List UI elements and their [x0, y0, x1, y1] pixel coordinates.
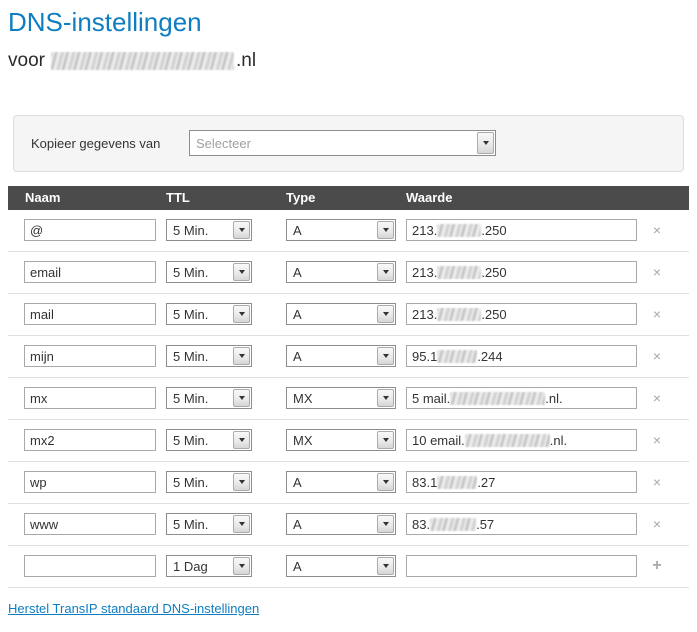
redacted-value — [437, 223, 482, 237]
delete-row-icon[interactable]: × — [645, 474, 669, 490]
delete-row-icon[interactable]: × — [645, 390, 669, 406]
naam-input[interactable] — [24, 429, 156, 452]
ttl-select[interactable]: 5 Min. — [166, 387, 252, 410]
delete-row-icon[interactable]: × — [645, 516, 669, 532]
copy-from-select[interactable]: Selecteer — [189, 130, 496, 157]
redacted-value — [464, 433, 550, 447]
chevron-down-icon — [377, 221, 394, 240]
chevron-down-icon — [377, 389, 394, 408]
chevron-down-icon — [233, 515, 250, 534]
dns-record-row-new: 1 Dag A + — [8, 545, 689, 588]
page-title: DNS-instellingen — [8, 7, 202, 37]
naam-input[interactable] — [24, 219, 156, 242]
chevron-down-icon — [233, 473, 250, 492]
chevron-down-icon — [377, 515, 394, 534]
redacted-value — [437, 265, 482, 279]
naam-input[interactable] — [24, 513, 156, 536]
dns-record-row: 5 Min. A 95.1 .244 × — [8, 335, 689, 378]
chevron-down-icon — [377, 305, 394, 324]
chevron-down-icon — [377, 431, 394, 450]
type-select[interactable]: A — [286, 261, 396, 284]
delete-row-icon[interactable]: × — [645, 264, 669, 280]
dns-records-table: Naam TTL Type Waarde 5 Min. A 213. .250 … — [8, 185, 689, 588]
ttl-select[interactable]: 1 Dag — [166, 555, 252, 578]
chevron-down-icon — [477, 132, 494, 155]
chevron-down-icon — [377, 557, 394, 576]
ttl-select[interactable]: 5 Min. — [166, 429, 252, 452]
column-header-naam: Naam — [25, 190, 61, 206]
redacted-value — [437, 349, 478, 363]
chevron-down-icon — [233, 221, 250, 240]
type-select[interactable]: MX — [286, 387, 396, 410]
waarde-input[interactable] — [406, 555, 637, 578]
column-header-waarde: Waarde — [406, 190, 453, 206]
type-select[interactable]: A — [286, 219, 396, 242]
waarde-input[interactable]: 83.1 .27 — [406, 471, 637, 494]
ttl-select[interactable]: 5 Min. — [166, 345, 252, 368]
naam-input[interactable] — [24, 387, 156, 410]
waarde-input[interactable]: 213. .250 — [406, 303, 637, 326]
table-header-row: Naam TTL Type Waarde — [8, 185, 689, 210]
subtitle-suffix: .nl — [235, 49, 257, 71]
column-header-ttl: TTL — [166, 190, 190, 206]
naam-input[interactable] — [24, 555, 156, 578]
redacted-domain — [50, 51, 234, 70]
type-select[interactable]: A — [286, 303, 396, 326]
column-header-type: Type — [286, 190, 316, 206]
chevron-down-icon — [233, 263, 250, 282]
chevron-down-icon — [233, 305, 250, 324]
ttl-select[interactable]: 5 Min. — [166, 471, 252, 494]
type-select[interactable]: A — [286, 555, 396, 578]
chevron-down-icon — [233, 389, 250, 408]
redacted-value — [437, 307, 482, 321]
waarde-input[interactable]: 213. .250 — [406, 261, 637, 284]
redacted-value — [437, 475, 478, 489]
naam-input[interactable] — [24, 345, 156, 368]
type-select[interactable]: A — [286, 345, 396, 368]
ttl-select[interactable]: 5 Min. — [166, 261, 252, 284]
ttl-select[interactable]: 5 Min. — [166, 303, 252, 326]
chevron-down-icon — [233, 347, 250, 366]
subtitle-prefix: voor — [8, 49, 45, 71]
dns-record-row: 5 Min. MX 10 email. .nl. × — [8, 419, 689, 462]
dns-record-row: 5 Min. A 83. .57 × — [8, 503, 689, 546]
redacted-value — [430, 517, 477, 531]
delete-row-icon[interactable]: × — [645, 432, 669, 448]
chevron-down-icon — [233, 431, 250, 450]
waarde-input[interactable]: 83. .57 — [406, 513, 637, 536]
chevron-down-icon — [377, 347, 394, 366]
chevron-down-icon — [377, 473, 394, 492]
naam-input[interactable] — [24, 303, 156, 326]
page-subtitle: voor .nl — [8, 49, 689, 73]
waarde-input[interactable]: 10 email. .nl. — [406, 429, 637, 452]
copy-settings-panel: Kopieer gegevens van Selecteer — [13, 114, 684, 172]
type-select[interactable]: A — [286, 471, 396, 494]
naam-input[interactable] — [24, 471, 156, 494]
dns-settings-page: DNS-instellingen voor .nl Kopieer gegeve… — [0, 0, 697, 626]
delete-row-icon[interactable]: × — [645, 222, 669, 238]
waarde-input[interactable]: 95.1 .244 — [406, 345, 637, 368]
add-row-icon[interactable]: + — [645, 557, 669, 575]
dns-record-row: 5 Min. MX 5 mail. .nl. × — [8, 377, 689, 420]
dns-record-row: 5 Min. A 213. .250 × — [8, 251, 689, 294]
delete-row-icon[interactable]: × — [645, 306, 669, 322]
reset-dns-link[interactable]: Herstel TransIP standaard DNS-instelling… — [8, 601, 259, 616]
ttl-select[interactable]: 5 Min. — [166, 513, 252, 536]
waarde-input[interactable]: 213. .250 — [406, 219, 637, 242]
copy-from-select-value: Selecteer — [196, 135, 251, 151]
copy-from-label: Kopieer gegevens van — [31, 135, 161, 151]
type-select[interactable]: A — [286, 513, 396, 536]
chevron-down-icon — [377, 263, 394, 282]
waarde-input[interactable]: 5 mail. .nl. — [406, 387, 637, 410]
type-select[interactable]: MX — [286, 429, 396, 452]
ttl-select[interactable]: 5 Min. — [166, 219, 252, 242]
dns-record-row: 5 Min. A 213. .250 × — [8, 209, 689, 252]
redacted-value — [450, 391, 546, 405]
footer: Herstel TransIP standaard DNS-instelling… — [8, 600, 689, 618]
delete-row-icon[interactable]: × — [645, 348, 669, 364]
naam-input[interactable] — [24, 261, 156, 284]
dns-record-row: 5 Min. A 213. .250 × — [8, 293, 689, 336]
dns-record-row: 5 Min. A 83.1 .27 × — [8, 461, 689, 504]
chevron-down-icon — [233, 557, 250, 576]
